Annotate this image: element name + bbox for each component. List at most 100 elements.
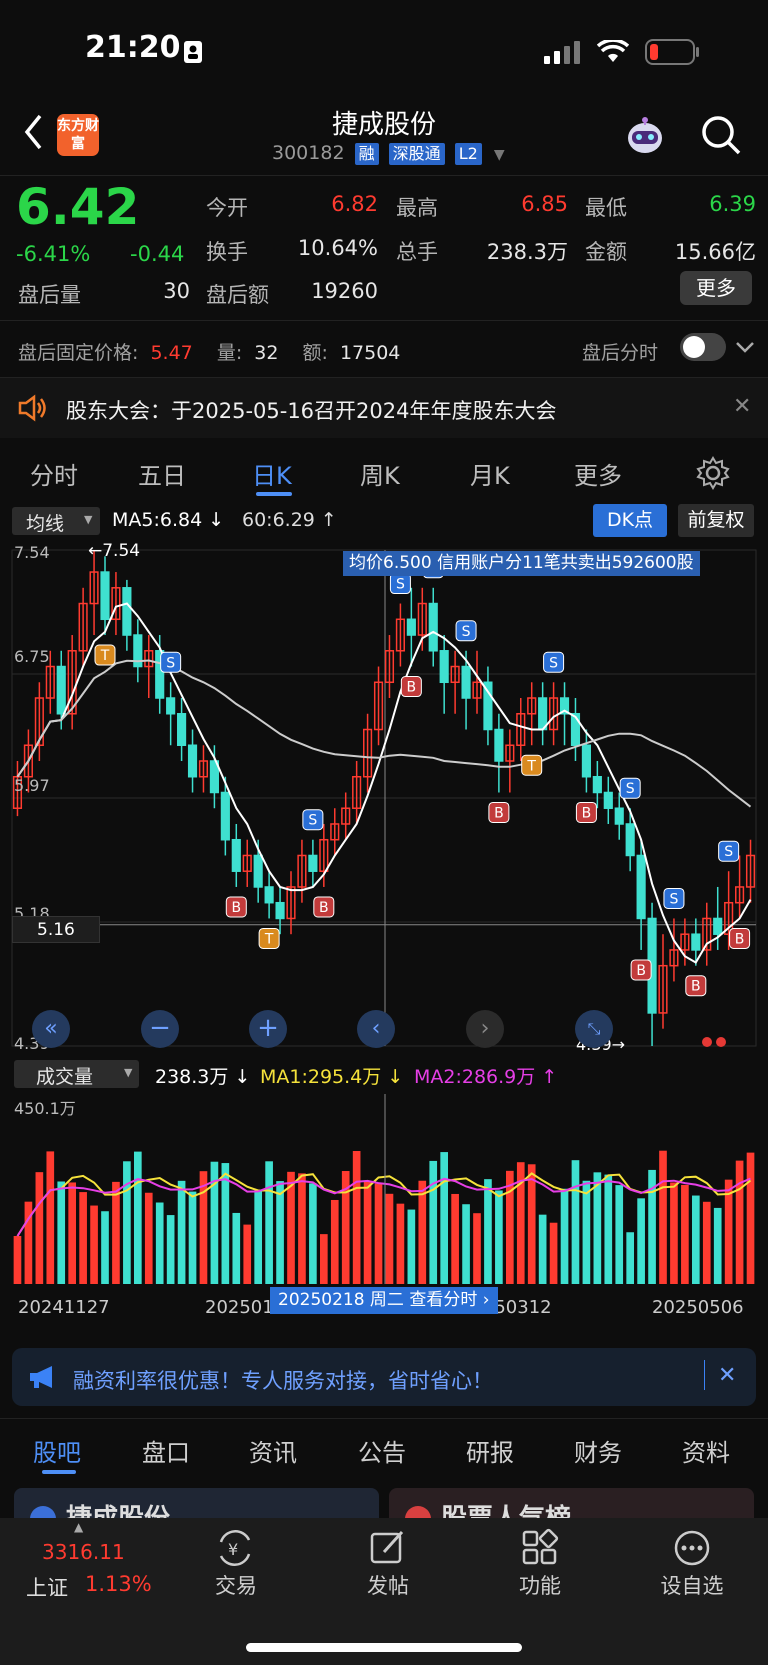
close-icon[interactable]: ✕ bbox=[733, 394, 751, 419]
candle-body bbox=[122, 587, 132, 636]
ma-select-label: 均线 bbox=[26, 513, 65, 535]
more-button[interactable]: 更多 bbox=[680, 271, 752, 305]
volume-bar bbox=[155, 1202, 164, 1284]
after-hours-qty-label: 量: bbox=[216, 342, 243, 364]
notice-text: 股东大会：于2025-05-16召开2024年年度股东大会 bbox=[66, 399, 557, 423]
pan-left-button[interactable]: ‹ bbox=[357, 1010, 395, 1048]
dk-marker-t: T bbox=[94, 644, 116, 666]
tab-timeshare[interactable]: 分时 bbox=[30, 456, 78, 491]
adjust-button[interactable]: 前复权 bbox=[678, 504, 754, 537]
tab-daily-k[interactable]: 日K bbox=[252, 456, 292, 491]
candle-body bbox=[614, 807, 624, 825]
stat-total-lots: 238.3万 bbox=[486, 240, 568, 264]
volume-bar bbox=[538, 1214, 547, 1284]
ma-select[interactable]: 均线 ▼ bbox=[12, 507, 100, 535]
stat-amount: 15.66亿 bbox=[674, 240, 756, 264]
tab-finance[interactable]: 财务 bbox=[574, 1433, 622, 1468]
popularity-card-title: 股票人气榜 bbox=[441, 1498, 571, 1518]
volume-bar bbox=[495, 1190, 503, 1284]
dk-marker-letter: S bbox=[669, 891, 678, 907]
volume-chart[interactable] bbox=[0, 1094, 768, 1289]
gear-icon[interactable] bbox=[696, 456, 730, 490]
nav-functions[interactable]: 功能 bbox=[490, 1570, 590, 1600]
stat-turnover: 10.64% bbox=[297, 236, 378, 260]
forum-card[interactable]: 捷成股份 bbox=[14, 1488, 379, 1518]
caret-down-icon: ▼ bbox=[493, 147, 505, 163]
forum-card-title: 捷成股份 bbox=[66, 1498, 170, 1518]
tag-shenzhen-connect: 深股通 bbox=[388, 143, 445, 165]
fast-back-button[interactable]: « bbox=[32, 1010, 70, 1048]
candle-body bbox=[231, 838, 241, 872]
dk-marker-letter: B bbox=[494, 805, 504, 821]
dk-marker-b: B bbox=[575, 801, 597, 823]
volume-bar bbox=[462, 1204, 470, 1284]
tab-five-day[interactable]: 五日 bbox=[138, 456, 186, 491]
volume-bar bbox=[254, 1190, 263, 1284]
volume-bar bbox=[473, 1213, 481, 1284]
home-indicator bbox=[246, 1643, 522, 1652]
volume-bar bbox=[451, 1193, 459, 1284]
tab-research[interactable]: 研报 bbox=[466, 1433, 514, 1468]
stat-label-after-hours-amount: 盘后额 bbox=[206, 283, 269, 307]
dk-marker-letter: T bbox=[526, 758, 536, 774]
stat-label-total-lots: 总手 bbox=[396, 240, 438, 264]
edit-post-icon[interactable] bbox=[368, 1528, 408, 1568]
more-dots-icon[interactable] bbox=[672, 1528, 712, 1568]
volume-select[interactable]: 成交量 ▼ bbox=[14, 1060, 139, 1088]
tab-forum[interactable]: 股吧 bbox=[33, 1433, 81, 1468]
tab-news[interactable]: 资讯 bbox=[249, 1433, 297, 1468]
tab-weekly-k[interactable]: 周K bbox=[360, 456, 400, 491]
volume-bar bbox=[188, 1191, 197, 1284]
volume-bar bbox=[615, 1185, 624, 1284]
index-name[interactable]: 上证 bbox=[26, 1572, 68, 1602]
volume-bar bbox=[265, 1161, 273, 1284]
tab-order-book[interactable]: 盘口 bbox=[142, 1433, 190, 1468]
dk-marker-letter: S bbox=[724, 844, 733, 860]
index-pct[interactable]: 1.13% bbox=[85, 1572, 152, 1596]
dk-marker-b: B bbox=[400, 676, 422, 698]
dk-marker-s: S bbox=[718, 840, 740, 862]
nav-add-watchlist[interactable]: 设自选 bbox=[642, 1570, 742, 1600]
dk-marker-letter: B bbox=[636, 963, 646, 979]
zoom-in-button[interactable]: + bbox=[249, 1010, 287, 1048]
tab-monthly-k[interactable]: 月K bbox=[470, 456, 510, 491]
nav-trade[interactable]: 交易 bbox=[186, 1570, 286, 1600]
after-hours-volume-label: 盘后量 bbox=[18, 283, 81, 307]
candle-body bbox=[428, 602, 438, 652]
tab-announcements[interactable]: 公告 bbox=[358, 1433, 406, 1468]
index-value[interactable]: 3316.11 bbox=[42, 1540, 125, 1564]
after-hours-toggle[interactable] bbox=[680, 333, 726, 361]
stock-code-row[interactable]: 300182 融 深股通 L2 ▼ bbox=[272, 142, 505, 165]
change-amount: -0.44 bbox=[130, 242, 185, 266]
fullscreen-button[interactable]: ⤡ bbox=[575, 1010, 613, 1048]
dk-marker-letter: B bbox=[582, 805, 592, 821]
close-icon[interactable]: ✕ bbox=[718, 1363, 736, 1388]
volume-bar bbox=[123, 1161, 131, 1284]
dk-marker-letter: S bbox=[549, 655, 558, 671]
candle-body bbox=[308, 854, 318, 872]
popularity-card[interactable]: 股票人气榜 bbox=[389, 1488, 754, 1518]
zoom-out-button[interactable]: − bbox=[141, 1010, 179, 1048]
volume-bar bbox=[177, 1180, 186, 1284]
volume-bar bbox=[440, 1152, 449, 1284]
volume-bar bbox=[702, 1201, 711, 1284]
dk-point-button[interactable]: DK点 bbox=[593, 504, 667, 537]
candle-body bbox=[713, 917, 723, 935]
yuan-exchange-icon[interactable]: ¥ bbox=[215, 1528, 255, 1568]
tab-more[interactable]: 更多 bbox=[574, 456, 622, 491]
volume-bar bbox=[418, 1180, 427, 1284]
kline-chart[interactable]: SBSBSSBSBSBSBSBSBTTT bbox=[0, 538, 768, 1058]
dk-marker-b: B bbox=[225, 896, 247, 918]
volume-bar bbox=[713, 1207, 722, 1284]
dk-marker-letter: B bbox=[691, 979, 701, 995]
search-icon[interactable] bbox=[700, 114, 742, 156]
chevron-down-icon[interactable] bbox=[734, 338, 756, 356]
pan-right-button[interactable]: › bbox=[466, 1010, 504, 1048]
grid-functions-icon[interactable] bbox=[520, 1528, 560, 1568]
dk-marker-letter: S bbox=[308, 813, 317, 829]
nav-post[interactable]: 发帖 bbox=[338, 1570, 438, 1600]
candle-body bbox=[187, 744, 198, 778]
tab-profile[interactable]: 资料 bbox=[682, 1433, 730, 1468]
robot-assistant-icon[interactable] bbox=[622, 114, 668, 158]
crosshair-date-tip[interactable]: 20250218 周二 查看分时 › bbox=[270, 1287, 498, 1314]
